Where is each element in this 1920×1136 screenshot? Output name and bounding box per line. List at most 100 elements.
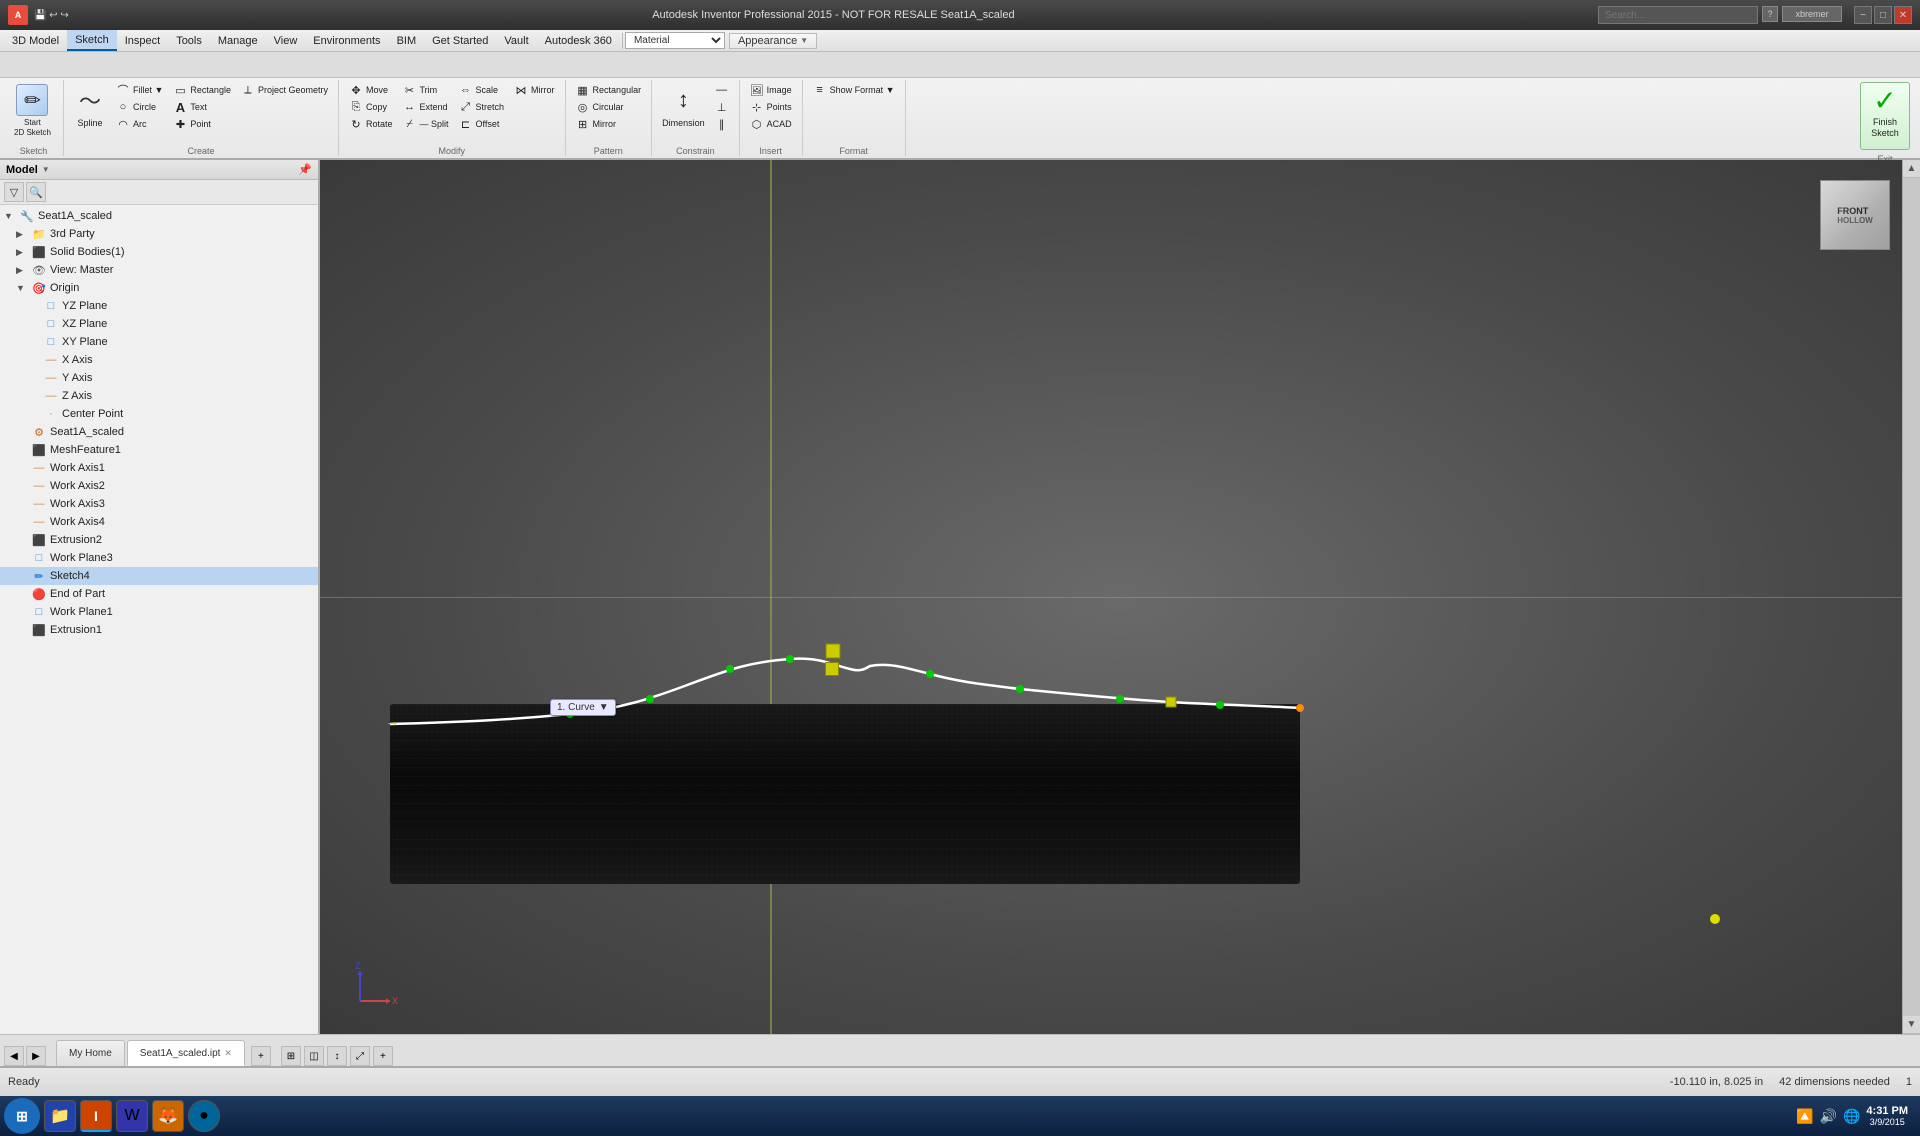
menu-autodesk360[interactable]: Autodesk 360 (537, 30, 620, 51)
taskbar-app6[interactable]: ● (188, 1100, 220, 1132)
view-btn5[interactable]: + (373, 1046, 393, 1066)
taskbar-firefox[interactable]: 🦊 (152, 1100, 184, 1132)
titlebar-search[interactable] (1598, 6, 1758, 24)
panel-pin-icon[interactable]: 📌 (298, 163, 312, 176)
scroll-up-btn[interactable]: ▲ (1903, 160, 1920, 178)
view-btn2[interactable]: ◫ (304, 1046, 324, 1066)
extend-button[interactable]: ↔ Extend (399, 99, 453, 115)
text-button[interactable]: A Text (169, 99, 235, 115)
tree-item-extrusion1[interactable]: ⬛Extrusion1 (0, 621, 318, 639)
copy-button[interactable]: ⎘ Copy (345, 99, 397, 115)
tab-my-home[interactable]: My Home (56, 1040, 125, 1066)
circular-button[interactable]: ◎ Circular (572, 99, 646, 115)
curve-tooltip[interactable]: 1. Curve ▼ (550, 699, 616, 716)
menu-environments[interactable]: Environments (305, 30, 388, 51)
dimension-button[interactable]: ↕ Dimension (658, 82, 709, 140)
tab-seat1a[interactable]: Seat1A_scaled.ipt ✕ (127, 1040, 245, 1066)
add-tab-button[interactable]: + (251, 1046, 271, 1066)
sketch-vertex[interactable] (825, 662, 839, 676)
start-button[interactable]: ⊞ (4, 1098, 40, 1134)
view-btn1[interactable]: ⊞ (281, 1046, 301, 1066)
tree-item-end-of-part[interactable]: 🔴End of Part (0, 585, 318, 603)
spline-button[interactable]: 〜 Spline (70, 82, 110, 140)
menu-inspect[interactable]: Inspect (117, 30, 168, 51)
tree-item-y-axis[interactable]: —Y Axis (0, 369, 318, 387)
taskbar-word[interactable]: W (116, 1100, 148, 1132)
tree-item-extrusion2[interactable]: ⬛Extrusion2 (0, 531, 318, 549)
filter-button[interactable]: ▽ (4, 182, 24, 202)
tree-item-yz-plane[interactable]: □YZ Plane (0, 297, 318, 315)
panel-expand-icon[interactable]: ▼ (42, 165, 50, 174)
tree-item-work-axis2[interactable]: —Work Axis2 (0, 477, 318, 495)
constrain-btn2[interactable]: ⊥ (711, 99, 733, 115)
tab-scroll-right[interactable]: ▶ (26, 1046, 46, 1066)
network-icon[interactable]: 🌐 (1843, 1108, 1860, 1125)
tree-item-xy-plane[interactable]: □XY Plane (0, 333, 318, 351)
close-button[interactable]: ✕ (1894, 6, 1912, 24)
view-btn3[interactable]: ↕ (327, 1046, 347, 1066)
rectangular-button[interactable]: ▦ Rectangular (572, 82, 646, 98)
taskbar-explorer[interactable]: 📁 (44, 1100, 76, 1132)
tree-item-center-point[interactable]: ·Center Point (0, 405, 318, 423)
nav-cube-face[interactable]: FRONT HOLLOW (1820, 180, 1890, 250)
finish-sketch-button[interactable]: ✓ FinishSketch (1860, 82, 1910, 150)
tree-item-meshfeature1[interactable]: ⬛MeshFeature1 (0, 441, 318, 459)
show-format-button[interactable]: ≡ Show Format ▼ (809, 82, 899, 98)
tree-item-work-plane1[interactable]: □Work Plane1 (0, 603, 318, 621)
tree-item-seat1a_scaled[interactable]: ▼🔧Seat1A_scaled (0, 207, 318, 225)
split-button[interactable]: ⌿ — Split (399, 116, 453, 132)
circle-button[interactable]: ○ Circle (112, 99, 167, 115)
menu-sketch[interactable]: Sketch (67, 30, 117, 51)
scroll-down-btn[interactable]: ▼ (1903, 1016, 1920, 1034)
menu-3dmodel[interactable]: 3D Model (4, 30, 67, 51)
menu-vault[interactable]: Vault (496, 30, 536, 51)
tree-item-x-axis[interactable]: —X Axis (0, 351, 318, 369)
search-panel-button[interactable]: 🔍 (26, 182, 46, 202)
menu-manage[interactable]: Manage (210, 30, 266, 51)
tree-item-z-axis[interactable]: —Z Axis (0, 387, 318, 405)
tree-item-sketch4[interactable]: ✏Sketch4 (0, 567, 318, 585)
system-clock[interactable]: 4:31 PM 3/9/2015 (1866, 1105, 1908, 1127)
points-button[interactable]: ⊹ Points (746, 99, 796, 115)
minimize-button[interactable]: − (1854, 6, 1872, 24)
mirror-button[interactable]: ⋈ Mirror (510, 82, 559, 98)
view-btn4[interactable]: ⤢ (350, 1046, 370, 1066)
point-button[interactable]: ✚ Point (169, 116, 235, 132)
tree-item-work-axis3[interactable]: —Work Axis3 (0, 495, 318, 513)
tray-icon1[interactable]: 🔼 (1796, 1108, 1813, 1125)
tray-icon2[interactable]: 🔊 (1820, 1108, 1837, 1125)
constrain-btn3[interactable]: ∥ (711, 116, 733, 132)
rotate-button[interactable]: ↻ Rotate (345, 116, 397, 132)
fillet-button[interactable]: ⌒ Fillet ▼ (112, 82, 167, 98)
menu-getstarted[interactable]: Get Started (424, 30, 496, 51)
nav-cube[interactable]: FRONT HOLLOW (1820, 180, 1900, 260)
pattern-mirror-button[interactable]: ⊞ Mirror (572, 116, 646, 132)
tree-item-3rd-party[interactable]: ▶📁3rd Party (0, 225, 318, 243)
arc-button[interactable]: ◠ Arc (112, 116, 167, 132)
maximize-button[interactable]: □ (1874, 6, 1892, 24)
taskbar-inventor[interactable]: I (80, 1100, 112, 1132)
tab-seat1a-close[interactable]: ✕ (224, 1048, 232, 1059)
menu-view[interactable]: View (266, 30, 306, 51)
tree-item-work-axis4[interactable]: —Work Axis4 (0, 513, 318, 531)
constrain-btn1[interactable]: — (711, 82, 733, 98)
user-label[interactable]: xbremer (1782, 6, 1842, 22)
tree-item-seat1a_scaled[interactable]: ⚙Seat1A_scaled (0, 423, 318, 441)
tab-scroll-left[interactable]: ◀ (4, 1046, 24, 1066)
move-button[interactable]: ✥ Move (345, 82, 397, 98)
project-geometry-button[interactable]: ⟂ Project Geometry (237, 82, 332, 98)
tree-item-solid-bodies(1)[interactable]: ▶⬛Solid Bodies(1) (0, 243, 318, 261)
help-icon[interactable]: ? (1762, 6, 1778, 22)
start-2d-sketch-button[interactable]: ✏ Start2D Sketch (10, 82, 55, 140)
tree-item-view:-master[interactable]: ▶👁View: Master (0, 261, 318, 279)
material-select[interactable]: Material (625, 32, 725, 49)
tree-item-work-axis1[interactable]: —Work Axis1 (0, 459, 318, 477)
appearance-button[interactable]: Appearance ▼ (729, 33, 817, 49)
acad-button[interactable]: ⬡ ACAD (746, 116, 796, 132)
viewport[interactable]: FRONT HOLLOW ▲ ▼ (320, 160, 1920, 1034)
menu-bim[interactable]: BIM (389, 30, 425, 51)
trim-button[interactable]: ✂ Trim (399, 82, 453, 98)
stretch-button[interactable]: ⤢ Stretch (455, 99, 509, 115)
scale-button[interactable]: ⇔ Scale (455, 82, 509, 98)
tree-item-origin[interactable]: ▼🎯Origin (0, 279, 318, 297)
